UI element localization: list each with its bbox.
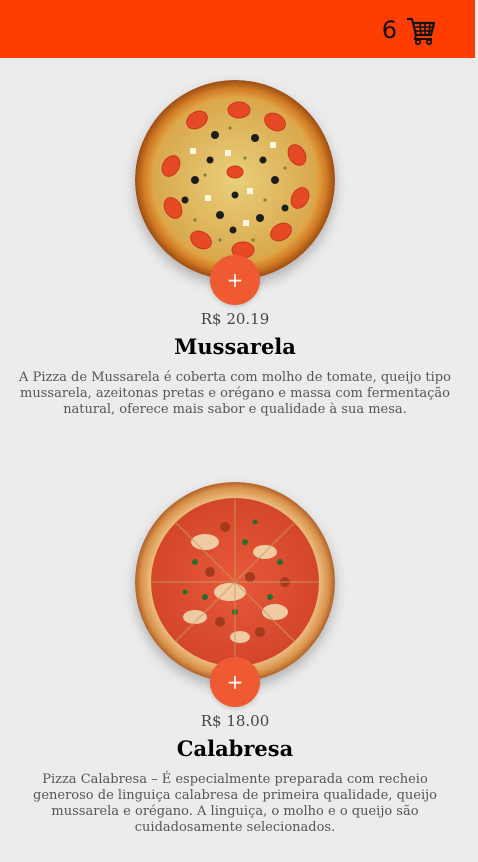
top-bar: 6	[0, 0, 475, 58]
product-name: Mussarela	[174, 334, 296, 359]
add-to-cart-button[interactable]: +	[210, 255, 260, 305]
cart-count: 6	[381, 16, 397, 44]
product-description: A Pizza de Mussarela é coberta com molho…	[19, 370, 451, 417]
product-list: + R$ 20.19 Mussarela A Pizza de Mussarel…	[0, 58, 475, 862]
product-name: Calabresa	[176, 736, 294, 761]
product-price: R$ 18.00	[200, 712, 270, 730]
product-card: + R$ 18.00 Calabresa Pizza Calabresa – É…	[0, 460, 475, 862]
product-description: Pizza Calabresa – É especialmente prepar…	[33, 772, 437, 835]
shopping-cart-icon	[407, 17, 436, 46]
calabresa-pizza-image	[135, 482, 335, 682]
cart-button[interactable]: 6	[382, 13, 437, 47]
product-card: + R$ 20.19 Mussarela A Pizza de Mussarel…	[0, 58, 475, 460]
product-price: R$ 20.19	[200, 310, 270, 328]
mussarela-pizza-image	[135, 80, 335, 280]
add-to-cart-button[interactable]: +	[210, 657, 260, 707]
